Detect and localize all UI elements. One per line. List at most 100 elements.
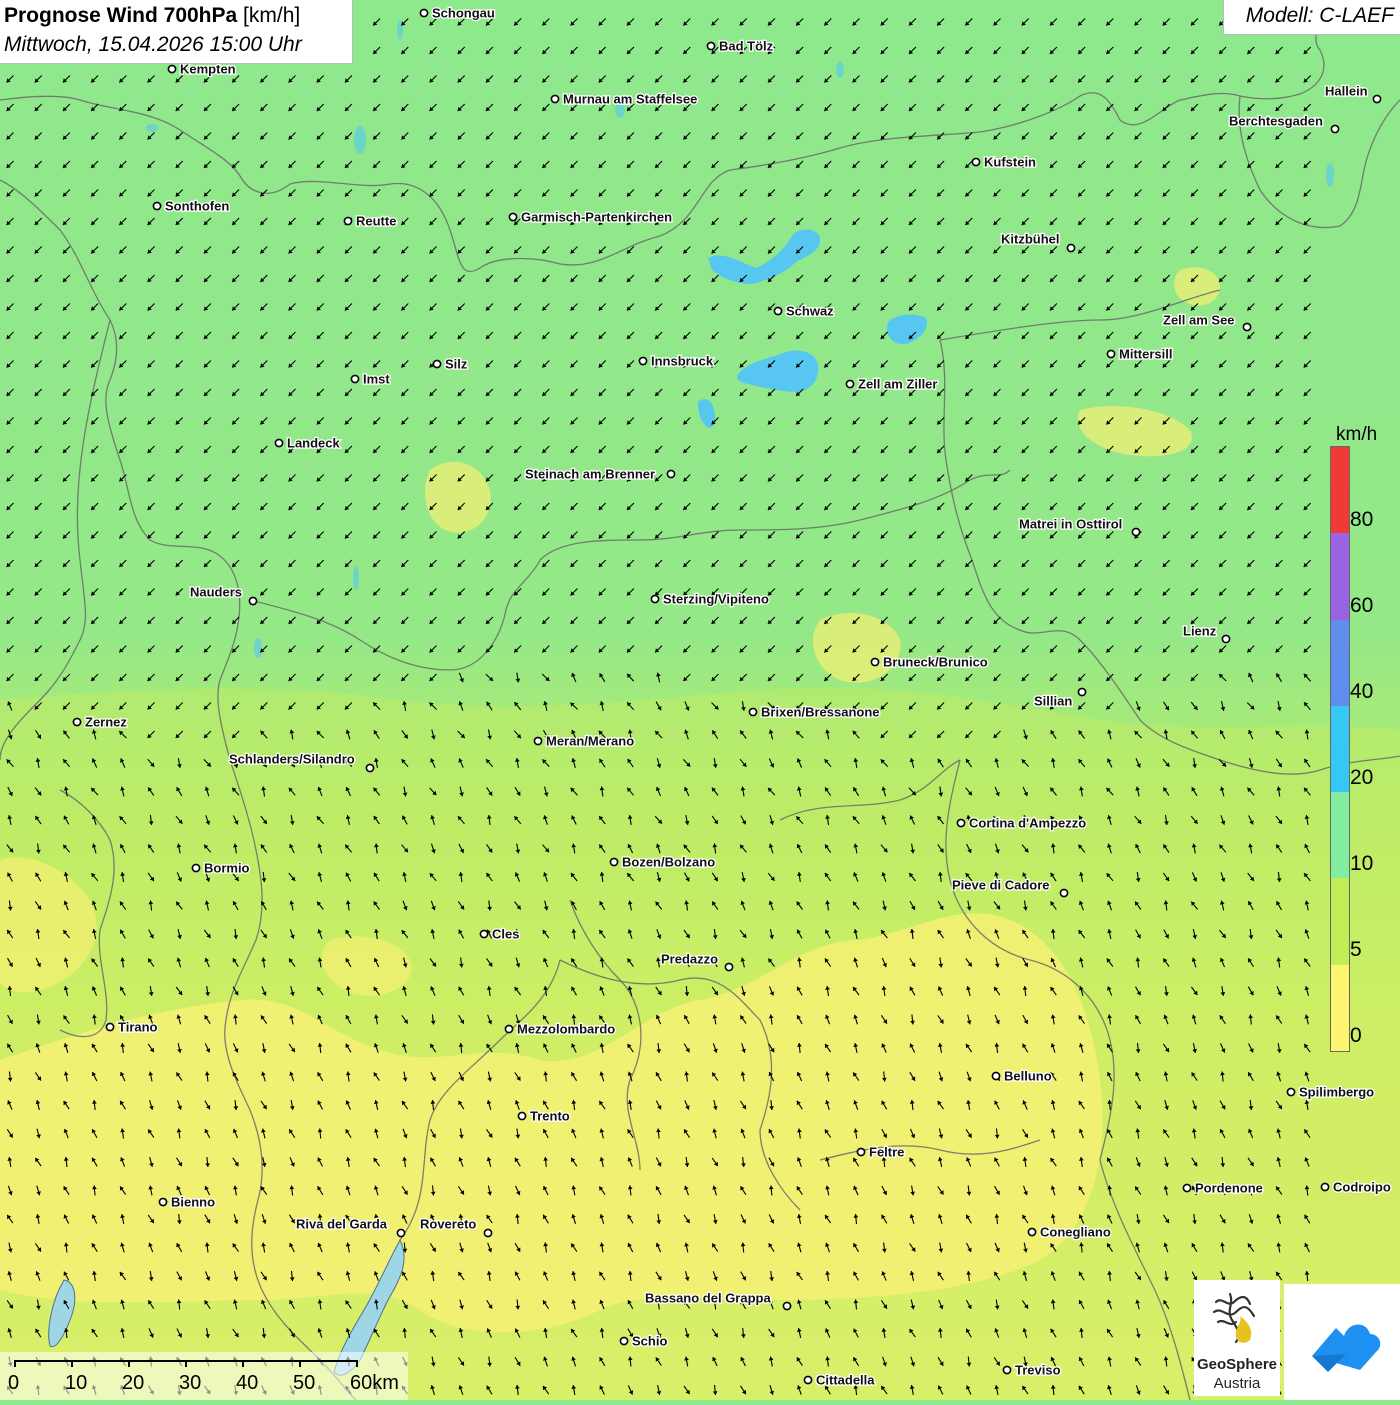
legend-segment <box>1331 447 1349 534</box>
city-label: Feltre <box>869 1145 904 1160</box>
city-marker: Zell am Ziller <box>846 377 937 392</box>
scale-tick <box>128 1360 130 1367</box>
legend-tick-label: 40 <box>1350 680 1373 704</box>
city-label: Zernez <box>85 715 127 730</box>
title-main: Prognose Wind 700hPa <box>4 4 237 27</box>
forecast-date: Mittwoch, 15.04.2026 15:00 Uhr <box>4 33 302 57</box>
city-marker: Conegliano <box>1028 1225 1110 1240</box>
small-lake <box>353 566 359 590</box>
city-label: Riva del Garda <box>296 1217 388 1232</box>
scale-label: 0 <box>8 1372 19 1395</box>
city-label: Pieve di Cadore <box>952 878 1050 893</box>
city-label: Trento <box>530 1109 570 1124</box>
scale-tick <box>242 1360 244 1367</box>
legend-segment <box>1331 965 1349 1052</box>
legend-segment <box>1331 620 1349 707</box>
legend-segment <box>1331 878 1349 965</box>
scale-tick <box>299 1360 301 1367</box>
geosphere-logo: GeoSphere Austria <box>1194 1280 1280 1396</box>
city-marker: Sterzing/Vipiteno <box>651 592 769 607</box>
city-label: Berchtesgaden <box>1229 114 1323 129</box>
city-marker: Cortina d'Ampezzo <box>957 816 1086 831</box>
color-legend-bar <box>1330 446 1350 1052</box>
city-marker: Mezzolombardo <box>505 1022 615 1037</box>
scale-label: 10 <box>65 1372 87 1395</box>
city-label: Steinach am Brenner <box>525 467 655 482</box>
legend-tick-label: 5 <box>1350 938 1362 962</box>
city-label: Kitzbühel <box>1001 232 1060 247</box>
city-marker: Bruneck/Brunico <box>871 655 987 670</box>
title-unit: [km/h] <box>243 4 300 27</box>
legend-segment <box>1331 706 1349 793</box>
city-marker: Sonthofen <box>153 199 229 214</box>
city-marker: Pordenone <box>1183 1181 1263 1196</box>
city-label: Schlanders/Silandro <box>229 752 355 767</box>
city-label: Sillian <box>1034 694 1072 709</box>
city-label: Cortina d'Ampezzo <box>969 816 1086 831</box>
model-box: Modell: C-LAEF <box>1223 0 1400 35</box>
city-label: Matrei in Osttirol <box>1019 517 1122 532</box>
scale-tick <box>356 1360 358 1367</box>
legend-tick-label: 60 <box>1350 594 1373 618</box>
legend-segment <box>1331 533 1349 620</box>
scale-tick <box>185 1360 187 1367</box>
model-name: Modell: C-LAEF <box>1246 4 1394 28</box>
city-label: Sonthofen <box>165 199 229 214</box>
city-label: Conegliano <box>1040 1225 1111 1240</box>
cloud-logo-icon <box>1284 1284 1400 1400</box>
city-label: Imst <box>363 372 390 387</box>
city-label: Pordenone <box>1195 1181 1263 1196</box>
city-label: Zell am See <box>1163 313 1235 328</box>
city-label: Garmisch-Partenkirchen <box>521 210 672 225</box>
scale-label: 30 <box>179 1372 201 1395</box>
small-lake <box>1326 163 1334 187</box>
city-label: Bozen/Bolzano <box>622 855 715 870</box>
city-label: Treviso <box>1015 1363 1061 1378</box>
city-label: Sterzing/Vipiteno <box>663 592 769 607</box>
city-label: Silz <box>445 357 468 372</box>
map-title: Prognose Wind 700hPa [km/h] <box>4 4 300 28</box>
city-label: Landeck <box>287 436 341 451</box>
city-label: Nauders <box>190 585 242 600</box>
small-lake <box>254 638 262 658</box>
city-label: Bruneck/Brunico <box>883 655 988 670</box>
scale-tick <box>71 1360 73 1367</box>
city-label: Brixen/Bressanone <box>761 705 880 720</box>
city-label: Hallein <box>1325 84 1368 99</box>
logo-name: GeoSphere <box>1194 1356 1280 1373</box>
city-label: Reutte <box>356 214 396 229</box>
scale-label: 50 <box>293 1372 315 1395</box>
scale-tick <box>14 1360 16 1367</box>
city-label: Spilimbergo <box>1299 1085 1374 1100</box>
city-label: Predazzo <box>661 952 718 967</box>
scale-label: 20 <box>122 1372 144 1395</box>
city-label: Bassano del Grappa <box>645 1291 771 1306</box>
legend-tick-label: 20 <box>1350 766 1373 790</box>
city-label: Belluno <box>1004 1069 1052 1084</box>
city-label: Kufstein <box>984 155 1036 170</box>
scale-bar: 0 10 20 30 40 50 60km <box>0 1352 408 1400</box>
wind-map: SchongauBad TölzKemptenMurnau am Staffel… <box>0 0 1400 1400</box>
city-label: Codroipo <box>1333 1180 1391 1195</box>
city-label: Mittersill <box>1119 347 1172 362</box>
weather-app-logo <box>1284 1284 1400 1400</box>
city-label: Rovereto <box>420 1217 476 1232</box>
city-marker: Cittadella <box>804 1373 875 1388</box>
legend-segment <box>1331 792 1349 879</box>
city-label: Innsbruck <box>651 354 714 369</box>
city-label: Mezzolombardo <box>517 1022 615 1037</box>
city-marker: Schongau <box>420 6 494 21</box>
small-lake <box>836 62 844 78</box>
small-lake <box>354 126 366 154</box>
scale-label: 60km <box>350 1372 399 1395</box>
city-label: Tirano <box>118 1020 158 1035</box>
city-marker: Steinach am Brenner <box>525 467 675 482</box>
city-label: Meran/Merano <box>546 734 634 749</box>
city-label: Lienz <box>1183 624 1217 639</box>
city-label: Cles <box>492 927 519 942</box>
city-marker: Innsbruck <box>639 354 713 369</box>
geosphere-logo-icon <box>1194 1280 1280 1356</box>
city-label: Murnau am Staffelsee <box>563 92 697 107</box>
city-label: Bad Tölz <box>719 39 774 54</box>
scale-label: 40 <box>236 1372 258 1395</box>
